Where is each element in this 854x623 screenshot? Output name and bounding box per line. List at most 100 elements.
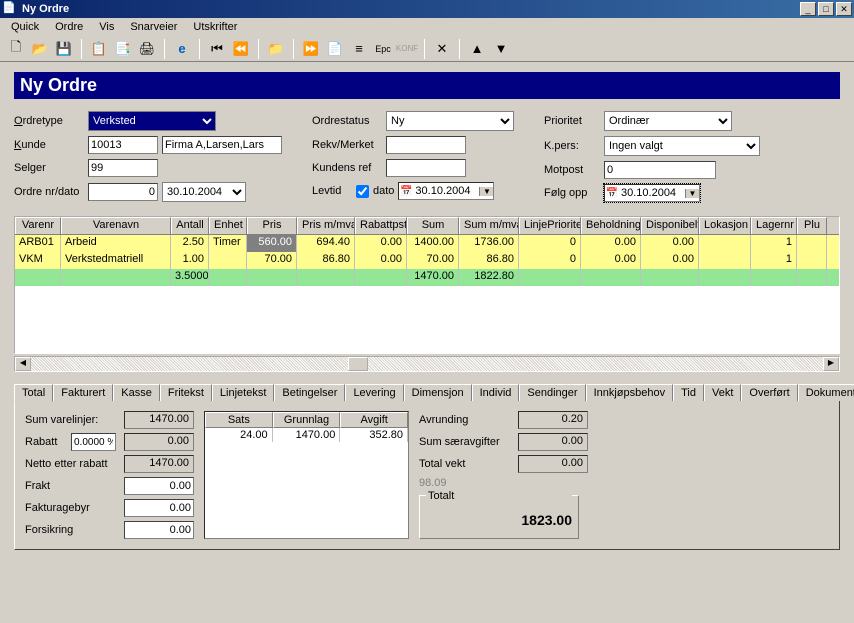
menu-vis[interactable]: Vis bbox=[92, 19, 121, 35]
ordrestatus-select[interactable]: Ny bbox=[386, 111, 514, 131]
tab-tid[interactable]: Tid bbox=[673, 384, 704, 401]
col-plu[interactable]: Plu bbox=[797, 217, 827, 234]
table-row[interactable]: VKMVerkstedmatriell1.0070.0086.800.0070.… bbox=[15, 252, 839, 269]
col-lagernr[interactable]: Lagernr bbox=[751, 217, 797, 234]
total-row: 3.50001470.001822.80 bbox=[15, 269, 839, 286]
first-icon[interactable]: ⏮ bbox=[207, 39, 227, 59]
col-lokasjon[interactable]: Lokasjon bbox=[699, 217, 751, 234]
prioritet-select[interactable]: Ordinær bbox=[604, 111, 732, 131]
delete-icon[interactable]: ✕ bbox=[432, 39, 452, 59]
col-pris m/mva[interactable]: Pris m/mva bbox=[297, 217, 355, 234]
col-beholdning[interactable]: Beholdning bbox=[581, 217, 641, 234]
col-enhet[interactable]: Enhet bbox=[209, 217, 247, 234]
new-icon[interactable]: 🗋 bbox=[6, 39, 26, 59]
tab-dokumente[interactable]: Dokumente bbox=[798, 384, 854, 401]
col-antall[interactable]: Antall bbox=[171, 217, 209, 234]
app-icon: 📄 bbox=[2, 1, 18, 17]
tab-total[interactable]: Total bbox=[14, 384, 53, 402]
tab-sendinger[interactable]: Sendinger bbox=[519, 384, 585, 401]
prev-icon[interactable]: ⏪ bbox=[231, 39, 251, 59]
toolbar: 🗋 📂 💾 📋 📑 🖨 e ⏮ ⏪ 📁 ⏩ 📄 ≡ Epc KONF ✕ ▲ ▼ bbox=[0, 36, 854, 62]
sumvl-value: 1470.00 bbox=[124, 411, 194, 429]
col-varenavn[interactable]: Varenavn bbox=[61, 217, 171, 234]
levtid-label: Levtid bbox=[312, 185, 352, 197]
ie-icon[interactable]: e bbox=[172, 39, 192, 59]
tab-vekt[interactable]: Vekt bbox=[704, 384, 741, 401]
tab-kasse[interactable]: Kasse bbox=[113, 384, 160, 401]
col-varenr[interactable]: Varenr bbox=[15, 217, 61, 234]
tab-overført[interactable]: Overført bbox=[741, 384, 797, 401]
col-sum[interactable]: Sum bbox=[407, 217, 459, 234]
kunde-id-input[interactable] bbox=[88, 136, 158, 154]
hscrollbar[interactable]: ◀ ▶ bbox=[14, 356, 840, 372]
konf-icon[interactable]: KONF bbox=[397, 39, 417, 59]
calendar-icon: 📅 bbox=[399, 186, 413, 197]
tab-levering[interactable]: Levering bbox=[345, 384, 403, 401]
gebyr-input[interactable] bbox=[124, 499, 194, 517]
vat-grid: Sats Grunnlag Avgift 24.00 1470.00 352.8… bbox=[204, 411, 409, 539]
up-icon[interactable]: ▲ bbox=[467, 39, 487, 59]
save-icon[interactable]: 💾 bbox=[54, 39, 74, 59]
forsikring-input[interactable] bbox=[124, 521, 194, 539]
levdato-picker[interactable]: 📅▼ bbox=[398, 182, 494, 200]
col-sum m/mva[interactable]: Sum m/mva bbox=[459, 217, 519, 234]
folgopp-picker[interactable]: 📅▼ bbox=[604, 184, 700, 202]
epc-icon[interactable]: Epc bbox=[373, 39, 393, 59]
selger-input[interactable] bbox=[88, 159, 158, 177]
col-disponibelt[interactable]: Disponibelt bbox=[641, 217, 699, 234]
ordredato-select[interactable]: 30.10.2004 bbox=[162, 182, 246, 202]
col-pris[interactable]: Pris bbox=[247, 217, 297, 234]
line-grid[interactable]: VarenrVarenavnAntallEnhetPrisPris m/mvaR… bbox=[14, 216, 840, 354]
rekv-input[interactable] bbox=[386, 136, 466, 154]
grid-header: VarenrVarenavnAntallEnhetPrisPris m/mvaR… bbox=[15, 217, 839, 235]
menubar: Quick Ordre Vis Snarveier Utskrifter bbox=[0, 18, 854, 36]
close-button[interactable]: ✕ bbox=[836, 2, 852, 16]
menu-utskrifter[interactable]: Utskrifter bbox=[186, 19, 244, 35]
tab-fakturert[interactable]: Fakturert bbox=[53, 384, 113, 401]
frakt-input[interactable] bbox=[124, 477, 194, 495]
totalt-box: Totalt 1823.00 bbox=[419, 495, 579, 539]
properties-icon[interactable]: 📋 bbox=[89, 39, 109, 59]
rabattpct-input[interactable] bbox=[71, 433, 116, 451]
ordrenr-input[interactable] bbox=[88, 183, 158, 201]
kpers-select[interactable]: Ingen valgt bbox=[604, 136, 760, 156]
tab-betingelser[interactable]: Betingelser bbox=[274, 384, 345, 401]
faded-value: 98.09 bbox=[419, 477, 447, 489]
scroll-right-icon[interactable]: ▶ bbox=[823, 357, 839, 371]
kundref-input[interactable] bbox=[386, 159, 466, 177]
folder-icon[interactable]: 📁 bbox=[266, 39, 286, 59]
menu-snarveier[interactable]: Snarveier bbox=[123, 19, 184, 35]
form-area: Ordretype Verksted Kunde Selger Ordre nr… bbox=[14, 111, 840, 202]
col-rabattpst[interactable]: Rabattpst bbox=[355, 217, 407, 234]
rabatt-value: 0.00 bbox=[124, 433, 194, 451]
print-icon[interactable]: 🖨 bbox=[137, 39, 157, 59]
scroll-thumb[interactable] bbox=[348, 357, 368, 371]
calendar-icon: 📅 bbox=[605, 188, 619, 199]
menu-ordre[interactable]: Ordre bbox=[48, 19, 90, 35]
tab-fritekst[interactable]: Fritekst bbox=[160, 384, 212, 401]
tab-dimensjon[interactable]: Dimensjon bbox=[404, 384, 472, 401]
kunde-label: Kunde bbox=[14, 139, 84, 151]
minimize-button[interactable]: _ bbox=[800, 2, 816, 16]
table-row[interactable]: ARB01Arbeid2.50Timer560.00694.400.001400… bbox=[15, 235, 839, 252]
scroll-left-icon[interactable]: ◀ bbox=[15, 357, 31, 371]
next-icon[interactable]: ⏩ bbox=[301, 39, 321, 59]
tabstrip: TotalFakturertKasseFritekstLinjetekstBet… bbox=[14, 382, 840, 400]
down-icon[interactable]: ▼ bbox=[491, 39, 511, 59]
kunde-name-input[interactable] bbox=[162, 136, 282, 154]
motpost-label: Motpost bbox=[544, 164, 600, 176]
open-icon[interactable]: 📂 bbox=[30, 39, 50, 59]
form-icon[interactable]: 📑 bbox=[113, 39, 133, 59]
ordretype-select[interactable]: Verksted bbox=[88, 111, 216, 131]
levtid-checkbox[interactable] bbox=[356, 185, 369, 198]
tab-linjetekst[interactable]: Linjetekst bbox=[212, 384, 274, 401]
col-linjeprioritet[interactable]: LinjePrioritet bbox=[519, 217, 581, 234]
tab-innkjøpsbehov[interactable]: Innkjøpsbehov bbox=[586, 384, 674, 401]
copy-icon[interactable]: 📄 bbox=[325, 39, 345, 59]
motpost-input[interactable] bbox=[604, 161, 716, 179]
maximize-button[interactable]: □ bbox=[818, 2, 834, 16]
menu-quick[interactable]: Quick bbox=[4, 19, 46, 35]
tab-individ[interactable]: Individ bbox=[472, 384, 520, 401]
saer-value: 0.00 bbox=[518, 433, 588, 451]
indent-icon[interactable]: ≡ bbox=[349, 39, 369, 59]
